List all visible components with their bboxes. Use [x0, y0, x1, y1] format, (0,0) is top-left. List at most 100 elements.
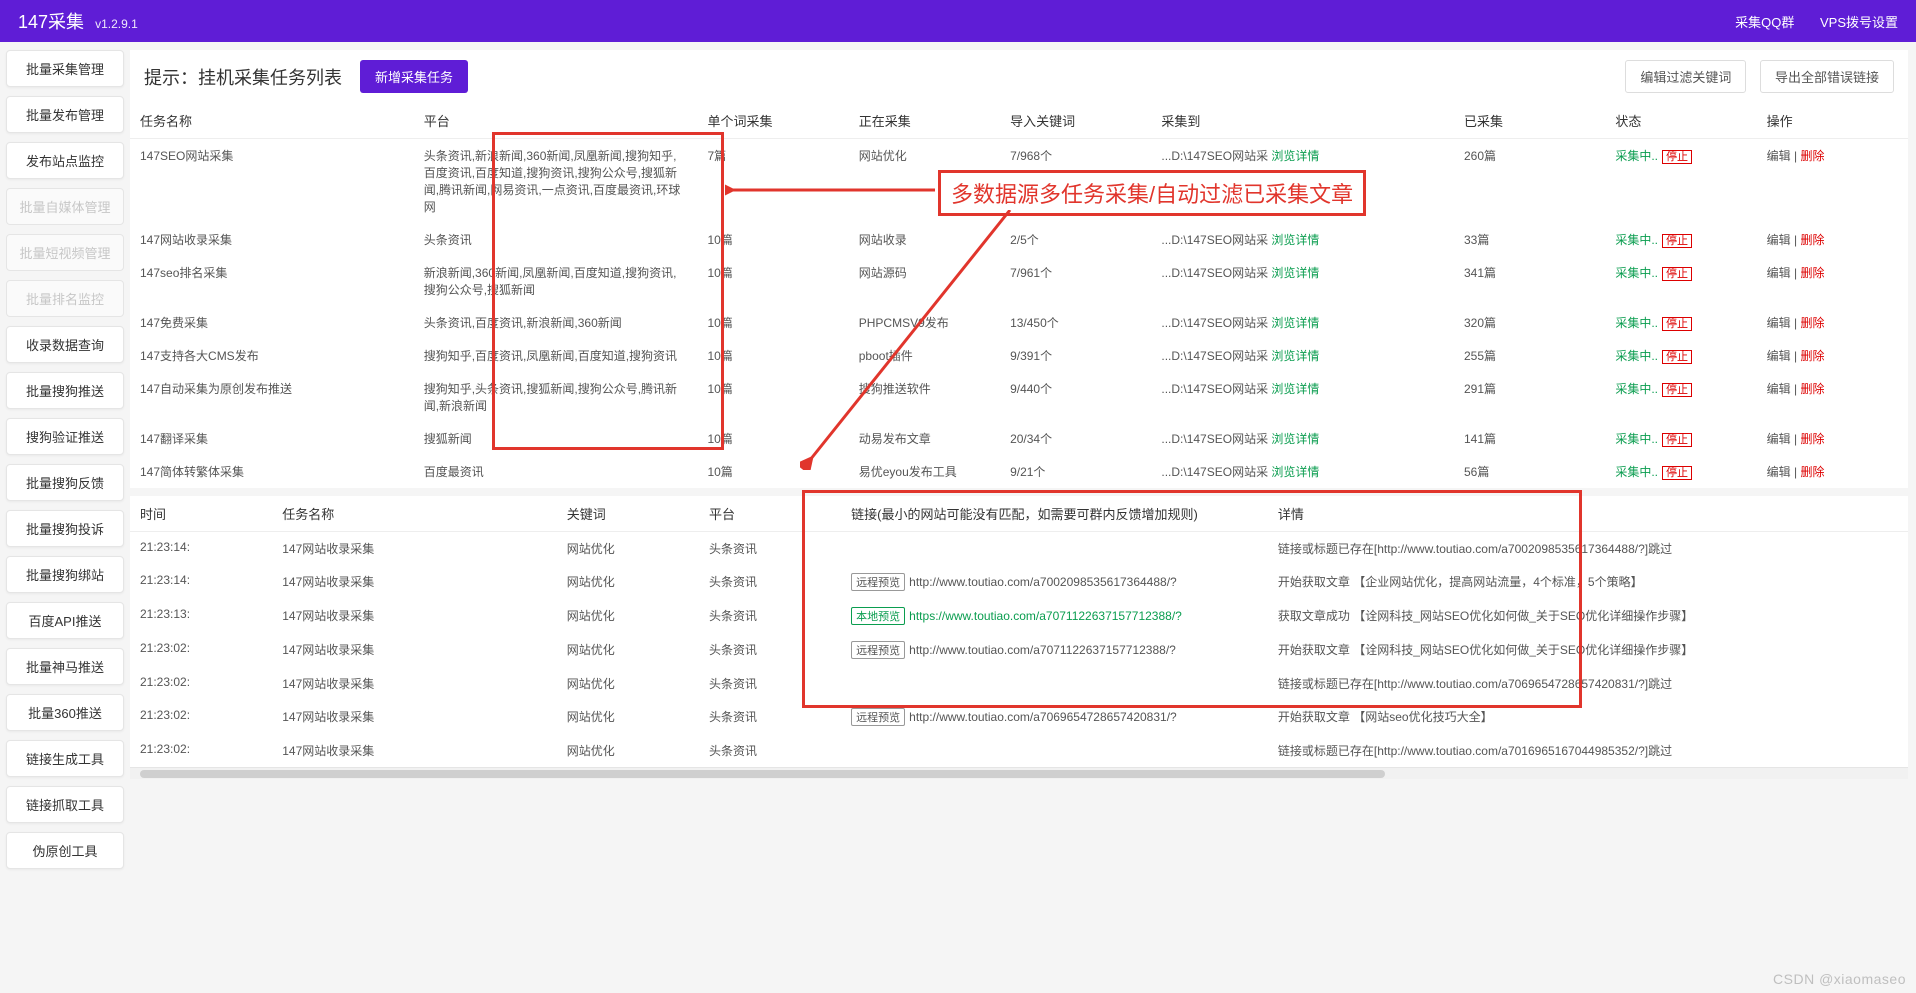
cell-ops: 编辑 | 删除	[1757, 339, 1908, 372]
stop-button[interactable]: 停止	[1662, 466, 1692, 480]
edit-button[interactable]: 编辑	[1767, 382, 1791, 396]
table-row[interactable]: 147免费采集头条资讯,百度资讯,新浪新闻,360新闻10篇PHPCMSV9发布…	[130, 306, 1908, 339]
edit-button[interactable]: 编辑	[1767, 266, 1791, 280]
edit-button[interactable]: 编辑	[1767, 465, 1791, 479]
browse-link[interactable]: 浏览详情	[1271, 465, 1319, 479]
sidebar-item-7[interactable]: 批量搜狗推送	[6, 372, 124, 409]
browse-link[interactable]: 浏览详情	[1271, 149, 1319, 163]
table-row[interactable]: 147翻译采集搜狐新闻10篇动易发布文章20/34个...D:\147SEO网站…	[130, 422, 1908, 455]
cell-status: 采集中..停止	[1605, 339, 1756, 372]
cell-single: 10篇	[697, 455, 848, 488]
cell-status: 采集中..停止	[1605, 422, 1756, 455]
sidebar-item-13[interactable]: 批量神马推送	[6, 648, 124, 685]
browse-link[interactable]: 浏览详情	[1271, 316, 1319, 330]
table-row[interactable]: 147支持各大CMS发布搜狗知乎,百度资讯,凤凰新闻,百度知道,搜狗资讯10篇p…	[130, 339, 1908, 372]
scrollbar-thumb[interactable]	[140, 770, 1385, 778]
cell-ops: 编辑 | 删除	[1757, 372, 1908, 422]
edit-button[interactable]: 编辑	[1767, 233, 1791, 247]
browse-link[interactable]: 浏览详情	[1271, 432, 1319, 446]
cell-single: 10篇	[697, 422, 848, 455]
delete-button[interactable]: 删除	[1800, 432, 1824, 446]
log-detail: 获取文章成功 【诠网科技_网站SEO优化如何做_关于SEO优化详细操作步骤】	[1268, 599, 1908, 633]
table-row[interactable]: 147自动采集为原创发布推送搜狗知乎,头条资讯,搜狐新闻,搜狗公众号,腾讯新闻,…	[130, 372, 1908, 422]
export-error-button[interactable]: 导出全部错误链接	[1760, 60, 1894, 93]
stop-button[interactable]: 停止	[1662, 383, 1692, 397]
cell-status: 采集中..停止	[1605, 455, 1756, 488]
log-url[interactable]: http://www.toutiao.com/a7002098535617364…	[909, 575, 1177, 589]
sidebar-item-8[interactable]: 搜狗验证推送	[6, 418, 124, 455]
sidebar: 批量采集管理批量发布管理发布站点监控批量自媒体管理批量短视频管理批量排名监控收录…	[0, 42, 130, 886]
sidebar-item-17[interactable]: 伪原创工具	[6, 832, 124, 869]
sidebar-item-9[interactable]: 批量搜狗反馈	[6, 464, 124, 501]
preview-button[interactable]: 远程预览	[851, 641, 905, 659]
edit-button[interactable]: 编辑	[1767, 349, 1791, 363]
log-col-task: 任务名称	[272, 496, 556, 532]
sidebar-item-11[interactable]: 批量搜狗绑站	[6, 556, 124, 593]
log-url[interactable]: http://www.toutiao.com/a7071122637157712…	[909, 643, 1176, 657]
preview-button[interactable]: 远程预览	[851, 573, 905, 591]
cell-ops: 编辑 | 删除	[1757, 256, 1908, 306]
stop-button[interactable]: 停止	[1662, 317, 1692, 331]
cell-single: 10篇	[697, 223, 848, 256]
log-url[interactable]: https://www.toutiao.com/a707112263715771…	[909, 609, 1182, 623]
log-time: 21:23:02:	[130, 667, 272, 700]
log-link: 远程预览 http://www.toutiao.com/a706965472865…	[841, 700, 1268, 734]
log-row: 21:23:13:147网站收录采集网站优化头条资讯本地预览https://ww…	[130, 599, 1908, 633]
nav-qq[interactable]: 采集QQ群	[1735, 15, 1794, 30]
log-row: 21:23:14:147网站收录采集网站优化头条资讯链接或标题已存在[http:…	[130, 532, 1908, 566]
delete-button[interactable]: 删除	[1800, 233, 1824, 247]
table-row[interactable]: 147简体转繁体采集百度最资讯10篇易优eyou发布工具9/21个...D:\1…	[130, 455, 1908, 488]
table-row[interactable]: 147网站收录采集头条资讯10篇网站收录2/5个...D:\147SEO网站采 …	[130, 223, 1908, 256]
edit-button[interactable]: 编辑	[1767, 316, 1791, 330]
log-row: 21:23:02:147网站收录采集网站优化头条资讯链接或标题已存在[http:…	[130, 734, 1908, 767]
sidebar-item-14[interactable]: 批量360推送	[6, 694, 124, 731]
stop-button[interactable]: 停止	[1662, 267, 1692, 281]
delete-button[interactable]: 删除	[1800, 149, 1824, 163]
sidebar-item-2[interactable]: 发布站点监控	[6, 142, 124, 179]
browse-link[interactable]: 浏览详情	[1271, 382, 1319, 396]
browse-link[interactable]: 浏览详情	[1271, 349, 1319, 363]
stop-button[interactable]: 停止	[1662, 234, 1692, 248]
preview-button[interactable]: 本地预览	[851, 607, 905, 625]
edit-button[interactable]: 编辑	[1767, 149, 1791, 163]
cell-collecting: 网站源码	[849, 256, 1000, 306]
delete-button[interactable]: 删除	[1800, 266, 1824, 280]
delete-button[interactable]: 删除	[1800, 316, 1824, 330]
sidebar-item-15[interactable]: 链接生成工具	[6, 740, 124, 777]
cell-platform: 头条资讯	[414, 223, 698, 256]
cell-collected: 341篇	[1454, 256, 1605, 306]
topbar: 147采集 v1.2.9.1 采集QQ群 VPS拨号设置	[0, 0, 1916, 42]
cell-imported: 7/961个	[1000, 256, 1151, 306]
sidebar-item-16[interactable]: 链接抓取工具	[6, 786, 124, 823]
log-detail: 开始获取文章 【诠网科技_网站SEO优化如何做_关于SEO优化详细操作步骤】	[1268, 633, 1908, 667]
sidebar-item-0[interactable]: 批量采集管理	[6, 50, 124, 87]
stop-button[interactable]: 停止	[1662, 150, 1692, 164]
sidebar-item-6[interactable]: 收录数据查询	[6, 326, 124, 363]
sidebar-item-4: 批量短视频管理	[6, 234, 124, 271]
log-keyword: 网站优化	[557, 667, 699, 700]
log-url[interactable]: http://www.toutiao.com/a7069654728657420…	[909, 710, 1177, 724]
log-time: 21:23:13:	[130, 599, 272, 633]
stop-button[interactable]: 停止	[1662, 350, 1692, 364]
task-table: 任务名称 平台 单个词采集 正在采集 导入关键词 采集到 已采集 状态 操作 1…	[130, 103, 1908, 488]
log-time: 21:23:02:	[130, 700, 272, 734]
sidebar-item-10[interactable]: 批量搜狗投诉	[6, 510, 124, 547]
delete-button[interactable]: 删除	[1800, 465, 1824, 479]
delete-button[interactable]: 删除	[1800, 382, 1824, 396]
delete-button[interactable]: 删除	[1800, 349, 1824, 363]
cell-platform: 头条资讯,新浪新闻,360新闻,凤凰新闻,搜狗知乎,百度资讯,百度知道,搜狗资讯…	[414, 139, 698, 224]
sidebar-item-5: 批量排名监控	[6, 280, 124, 317]
nav-vps[interactable]: VPS拨号设置	[1820, 15, 1898, 30]
sidebar-item-12[interactable]: 百度API推送	[6, 602, 124, 639]
new-task-button[interactable]: 新增采集任务	[360, 60, 468, 93]
edit-button[interactable]: 编辑	[1767, 432, 1791, 446]
table-row[interactable]: 147seo排名采集新浪新闻,360新闻,凤凰新闻,百度知道,搜狗资讯,搜狗公众…	[130, 256, 1908, 306]
filter-keyword-button[interactable]: 编辑过滤关键词	[1625, 60, 1746, 93]
sidebar-item-1[interactable]: 批量发布管理	[6, 96, 124, 133]
cell-platform: 头条资讯,百度资讯,新浪新闻,360新闻	[414, 306, 698, 339]
stop-button[interactable]: 停止	[1662, 433, 1692, 447]
horizontal-scrollbar[interactable]	[130, 767, 1908, 779]
browse-link[interactable]: 浏览详情	[1271, 266, 1319, 280]
preview-button[interactable]: 远程预览	[851, 708, 905, 726]
browse-link[interactable]: 浏览详情	[1271, 233, 1319, 247]
